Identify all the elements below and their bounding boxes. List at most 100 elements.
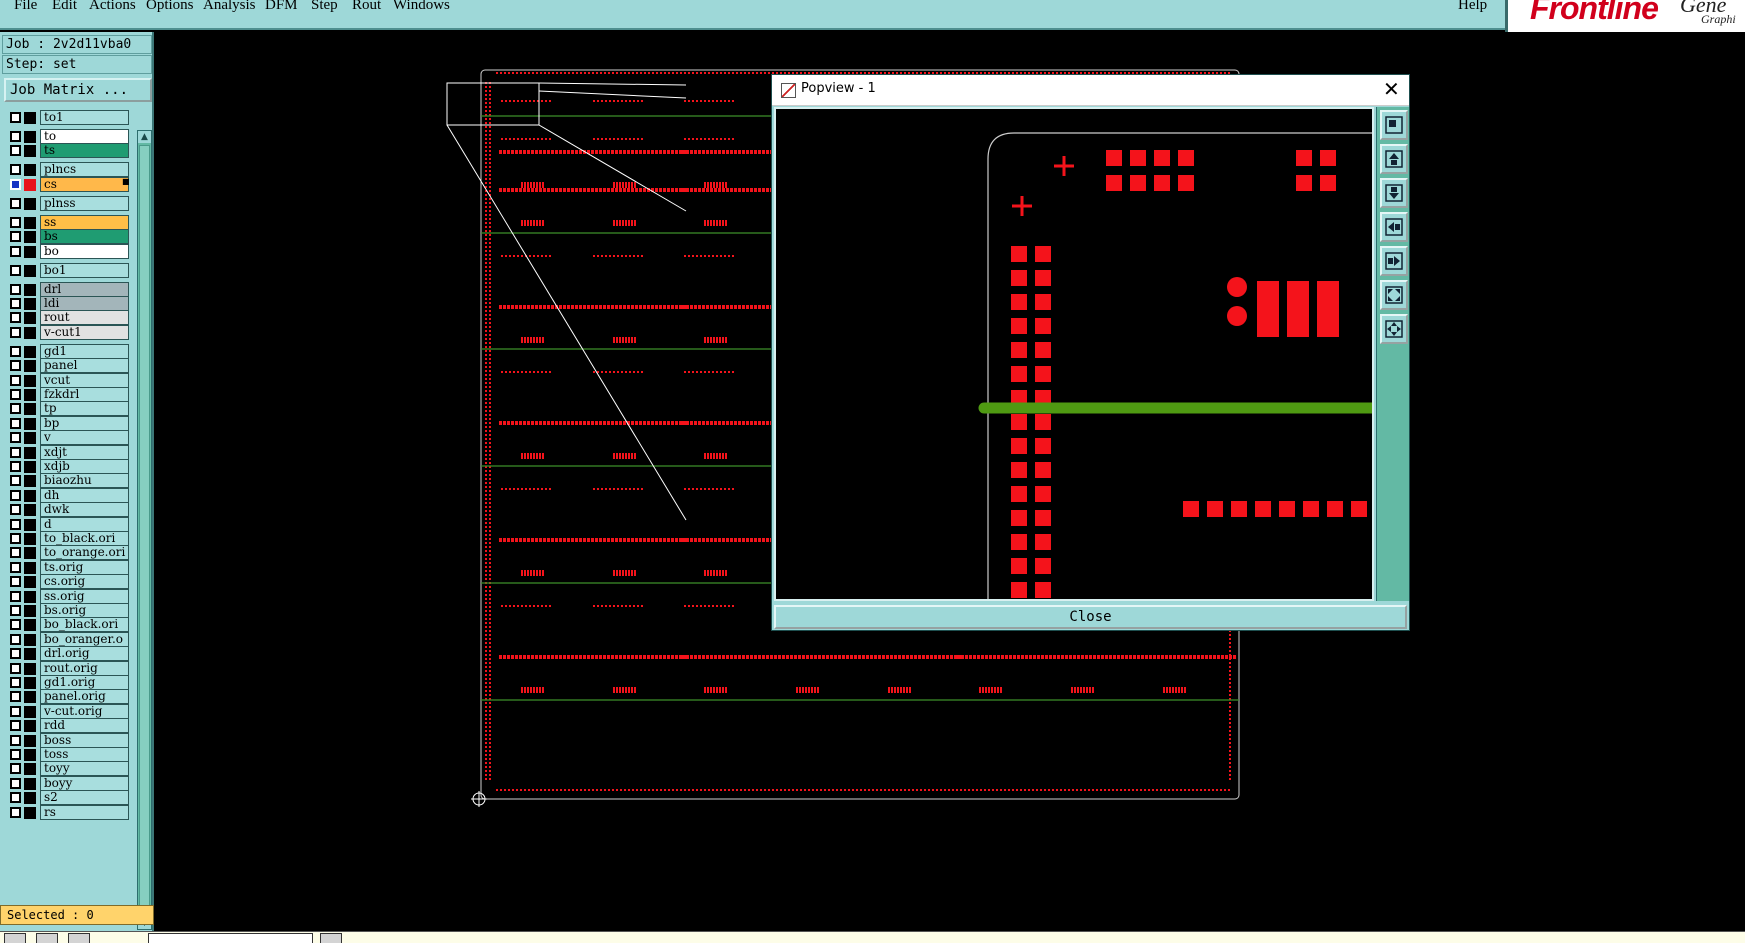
layer-name[interactable]: rs [40, 804, 129, 820]
layer-row[interactable]: dh [4, 487, 134, 503]
pan-left-icon[interactable] [1380, 212, 1408, 242]
layer-checkbox[interactable] [10, 112, 21, 123]
layer-checkbox[interactable] [10, 446, 21, 458]
layer-name[interactable]: ss.orig [40, 588, 129, 604]
layer-row[interactable]: toss [4, 747, 134, 762]
layer-scrollbar[interactable]: ▲ ▼ [137, 130, 152, 930]
layer-row[interactable]: bo_oranger.o [4, 631, 134, 647]
layer-checkbox[interactable] [10, 677, 21, 688]
layer-checkbox[interactable] [10, 605, 21, 616]
bottom-button-2[interactable] [36, 933, 58, 943]
layer-name[interactable]: cs.orig [40, 574, 129, 590]
layer-checkbox[interactable] [10, 792, 21, 804]
layer-checkbox[interactable] [10, 298, 21, 309]
layer-name[interactable]: rout.orig [40, 660, 129, 676]
layer-name[interactable]: ldi [40, 296, 129, 311]
layer-row[interactable]: dwk [4, 502, 134, 518]
layer-name[interactable]: fzkdrl [40, 387, 129, 402]
layer-row[interactable]: fzkdrl [4, 387, 134, 402]
menu-edit[interactable]: Edit [52, 0, 77, 14]
layer-checkbox[interactable] [10, 691, 21, 703]
layer-checkbox[interactable] [10, 489, 21, 501]
layer-name[interactable]: panel.orig [40, 689, 129, 705]
layer-row[interactable]: bs.orig [4, 603, 134, 618]
layer-checkbox[interactable] [10, 178, 21, 190]
layer-name[interactable]: bo_black.ori [40, 617, 129, 633]
menu-dfm[interactable]: DFM [265, 0, 298, 14]
zoom-in-icon[interactable] [1380, 144, 1408, 174]
scroll-up-arrow-icon[interactable]: ▲ [138, 131, 151, 143]
layer-checkbox[interactable] [10, 345, 21, 357]
layer-checkbox[interactable] [10, 475, 21, 487]
layer-name[interactable]: ts [40, 143, 129, 159]
layer-row[interactable]: biaozhu [4, 473, 134, 489]
layer-row[interactable]: rdd [4, 718, 134, 734]
layer-checkbox[interactable] [10, 417, 21, 429]
menu-rout[interactable]: Rout [352, 0, 381, 14]
layer-name[interactable]: to [40, 129, 129, 144]
layer-checkbox[interactable] [10, 389, 21, 400]
layer-name[interactable]: bo1 [40, 262, 129, 278]
layer-checkbox[interactable] [10, 533, 21, 544]
layer-row[interactable]: v [4, 430, 134, 446]
layer-row[interactable]: ss.orig [4, 588, 134, 604]
layer-name[interactable]: ts.orig [40, 559, 129, 575]
layer-row[interactable]: boyy [4, 775, 134, 791]
layer-row[interactable]: cs.orig [4, 574, 134, 590]
layer-checkbox[interactable] [10, 720, 21, 732]
zoom-out-icon[interactable] [1380, 178, 1408, 208]
layer-row[interactable]: ts [4, 143, 134, 159]
layer-checkbox[interactable] [10, 619, 21, 631]
bottom-button-4[interactable] [320, 933, 342, 943]
layer-name[interactable]: d [40, 516, 129, 532]
layer-row[interactable]: bp [4, 415, 134, 431]
layer-row[interactable]: rout [4, 310, 134, 326]
layer-checkbox[interactable] [10, 504, 21, 516]
layer-name[interactable]: drl.orig [40, 646, 129, 662]
menu-analysis[interactable]: Analysis [203, 0, 256, 14]
job-matrix-button[interactable]: Job Matrix ... [4, 78, 152, 102]
layer-name[interactable]: tp [40, 401, 129, 417]
layer-row[interactable]: to_orange.ori [4, 545, 134, 561]
zoomed-drawing[interactable] [776, 109, 1372, 599]
layer-name[interactable]: boss [40, 732, 129, 748]
layer-checkbox[interactable] [10, 518, 21, 530]
layer-name[interactable]: s2 [40, 790, 129, 806]
bottom-button-1[interactable] [4, 933, 26, 943]
layer-name[interactable]: bs.orig [40, 603, 129, 618]
layer-checkbox[interactable] [10, 763, 21, 775]
layer-row[interactable]: tp [4, 401, 134, 417]
layer-row[interactable]: gd1.orig [4, 675, 134, 690]
layer-row[interactable]: d [4, 516, 134, 532]
layer-name[interactable]: plnss [40, 195, 129, 211]
layer-row[interactable]: xdjb [4, 459, 134, 474]
layer-name[interactable]: gd1 [40, 343, 129, 359]
layer-name[interactable]: bs [40, 229, 129, 245]
layer-checkbox[interactable] [10, 590, 21, 602]
layer-checkbox[interactable] [10, 312, 21, 324]
layer-row[interactable]: rs [4, 804, 134, 820]
layer-name[interactable]: ss [40, 214, 129, 230]
layer-row[interactable]: toyy [4, 761, 134, 777]
layer-name[interactable]: v-cut1 [40, 324, 129, 340]
layer-name[interactable]: plncs [40, 162, 129, 178]
layer-row[interactable]: v-cut1 [4, 324, 134, 340]
layer-checkbox[interactable] [10, 662, 21, 674]
close-button[interactable]: Close [774, 605, 1407, 629]
popview-titlebar[interactable]: Popview - 1 ✕ [772, 75, 1409, 106]
layer-name[interactable]: to_orange.ori [40, 545, 129, 561]
layer-name[interactable]: bo_oranger.o [40, 631, 129, 647]
layer-checkbox[interactable] [10, 264, 21, 276]
layer-checkbox[interactable] [10, 547, 21, 559]
layer-row[interactable]: ts.orig [4, 559, 134, 575]
layer-checkbox[interactable] [10, 131, 21, 142]
zoom-fit-icon[interactable] [1380, 280, 1408, 310]
layer-name[interactable]: dwk [40, 502, 129, 518]
layer-name[interactable]: v [40, 430, 129, 446]
layer-row[interactable]: panel.orig [4, 689, 134, 705]
layer-name[interactable]: toss [40, 747, 129, 762]
layer-row[interactable]: bo1 [4, 262, 134, 278]
layer-checkbox[interactable] [10, 734, 21, 746]
layer-name[interactable]: to_black.ori [40, 531, 129, 546]
layer-checkbox[interactable] [10, 576, 21, 588]
